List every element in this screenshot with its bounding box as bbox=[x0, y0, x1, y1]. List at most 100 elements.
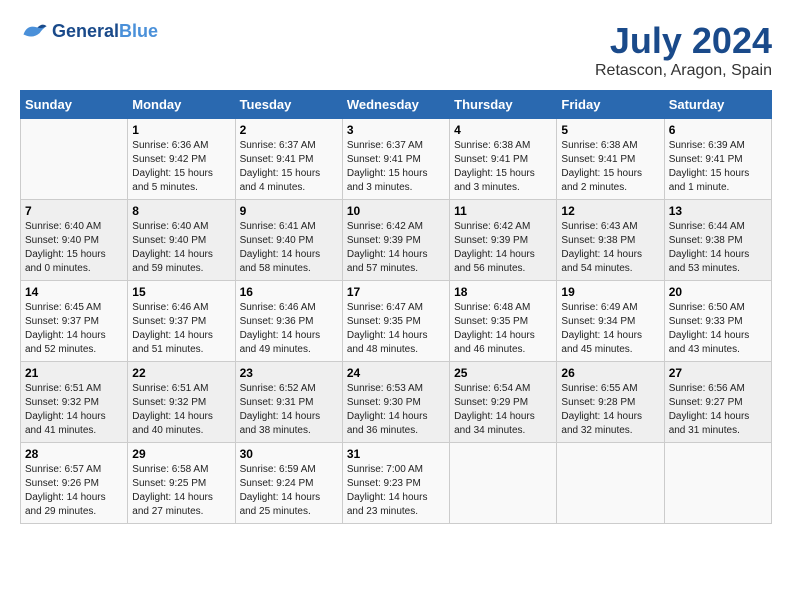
day-number: 30 bbox=[240, 447, 338, 461]
day-number: 28 bbox=[25, 447, 123, 461]
day-number: 19 bbox=[561, 285, 659, 299]
day-info: Sunrise: 6:55 AMSunset: 9:28 PMDaylight:… bbox=[561, 382, 659, 438]
day-number: 3 bbox=[347, 123, 445, 137]
calendar-cell: 3Sunrise: 6:37 AMSunset: 9:41 PMDaylight… bbox=[342, 119, 449, 200]
day-number: 6 bbox=[669, 123, 767, 137]
day-info: Sunrise: 6:54 AMSunset: 9:29 PMDaylight:… bbox=[454, 382, 552, 438]
calendar-cell: 17Sunrise: 6:47 AMSunset: 9:35 PMDayligh… bbox=[342, 281, 449, 362]
day-info: Sunrise: 6:58 AMSunset: 9:25 PMDaylight:… bbox=[132, 463, 230, 519]
day-info: Sunrise: 6:48 AMSunset: 9:35 PMDaylight:… bbox=[454, 301, 552, 357]
day-number: 21 bbox=[25, 366, 123, 380]
calendar-week-2: 7 Sunrise: 6:40 AMSunset: 9:40 PMDaylight… bbox=[21, 200, 772, 281]
day-info: Sunrise: 6:41 AMSunset: 9:40 PMDaylight:… bbox=[240, 220, 338, 276]
day-number: 7 bbox=[25, 204, 123, 218]
day-number: 13 bbox=[669, 204, 767, 218]
calendar-cell: 28 Sunrise: 6:57 AMSunset: 9:26 PMDayligh… bbox=[21, 443, 128, 524]
calendar-cell: 16Sunrise: 6:46 AMSunset: 9:36 PMDayligh… bbox=[235, 281, 342, 362]
calendar-table: SundayMondayTuesdayWednesdayThursdayFrid… bbox=[20, 90, 772, 524]
calendar-cell: 23 Sunrise: 6:52 AMSunset: 9:31 PMDayligh… bbox=[235, 362, 342, 443]
calendar-cell: 31Sunrise: 7:00 AMSunset: 9:23 PMDayligh… bbox=[342, 443, 449, 524]
calendar-cell: 19Sunrise: 6:49 AMSunset: 9:34 PMDayligh… bbox=[557, 281, 664, 362]
day-info: Sunrise: 6:43 AMSunset: 9:38 PMDaylight:… bbox=[561, 220, 659, 276]
day-number: 14 bbox=[25, 285, 123, 299]
day-info: Sunrise: 6:38 AMSunset: 9:41 PMDaylight:… bbox=[454, 139, 552, 195]
day-number: 10 bbox=[347, 204, 445, 218]
day-number: 24 bbox=[347, 366, 445, 380]
logo: GeneralBlue bbox=[20, 20, 158, 42]
calendar-cell: 21 Sunrise: 6:51 AMSunset: 9:32 PMDayligh… bbox=[21, 362, 128, 443]
day-info: Sunrise: 6:40 AMSunset: 9:40 PMDaylight:… bbox=[25, 220, 123, 276]
calendar-cell: 27 Sunrise: 6:56 AMSunset: 9:27 PMDayligh… bbox=[664, 362, 771, 443]
calendar-cell: 30 Sunrise: 6:59 AMSunset: 9:24 PMDayligh… bbox=[235, 443, 342, 524]
logo-bird-icon bbox=[20, 20, 48, 42]
calendar-cell: 7 Sunrise: 6:40 AMSunset: 9:40 PMDaylight… bbox=[21, 200, 128, 281]
day-info: Sunrise: 6:56 AMSunset: 9:27 PMDaylight:… bbox=[669, 382, 767, 438]
day-number: 16 bbox=[240, 285, 338, 299]
calendar-cell: 22 Sunrise: 6:51 AMSunset: 9:32 PMDayligh… bbox=[128, 362, 235, 443]
day-number: 11 bbox=[454, 204, 552, 218]
day-info: Sunrise: 6:52 AMSunset: 9:31 PMDaylight:… bbox=[240, 382, 338, 438]
day-info: Sunrise: 6:53 AMSunset: 9:30 PMDaylight:… bbox=[347, 382, 445, 438]
day-number: 12 bbox=[561, 204, 659, 218]
day-number: 18 bbox=[454, 285, 552, 299]
day-number: 2 bbox=[240, 123, 338, 137]
day-info: Sunrise: 6:37 AMSunset: 9:41 PMDaylight:… bbox=[240, 139, 338, 195]
page-header: GeneralBlue July 2024 Retascon, Aragon, … bbox=[20, 20, 772, 80]
calendar-cell bbox=[557, 443, 664, 524]
day-info: Sunrise: 6:46 AMSunset: 9:37 PMDaylight:… bbox=[132, 301, 230, 357]
calendar-header-row: SundayMondayTuesdayWednesdayThursdayFrid… bbox=[21, 91, 772, 119]
title-block: July 2024 Retascon, Aragon, Spain bbox=[595, 20, 772, 80]
calendar-cell: 18 Sunrise: 6:48 AMSunset: 9:35 PMDayligh… bbox=[450, 281, 557, 362]
day-number: 22 bbox=[132, 366, 230, 380]
day-number: 8 bbox=[132, 204, 230, 218]
calendar-cell bbox=[21, 119, 128, 200]
calendar-cell: 8 Sunrise: 6:40 AMSunset: 9:40 PMDaylight… bbox=[128, 200, 235, 281]
calendar-week-3: 14 Sunrise: 6:45 AMSunset: 9:37 PMDayligh… bbox=[21, 281, 772, 362]
calendar-week-5: 28 Sunrise: 6:57 AMSunset: 9:26 PMDayligh… bbox=[21, 443, 772, 524]
day-info: Sunrise: 6:40 AMSunset: 9:40 PMDaylight:… bbox=[132, 220, 230, 276]
calendar-cell: 15 Sunrise: 6:46 AMSunset: 9:37 PMDayligh… bbox=[128, 281, 235, 362]
day-info: Sunrise: 7:00 AMSunset: 9:23 PMDaylight:… bbox=[347, 463, 445, 519]
day-header-wednesday: Wednesday bbox=[342, 91, 449, 119]
day-info: Sunrise: 6:51 AMSunset: 9:32 PMDaylight:… bbox=[25, 382, 123, 438]
day-header-monday: Monday bbox=[128, 91, 235, 119]
day-number: 1 bbox=[132, 123, 230, 137]
day-info: Sunrise: 6:51 AMSunset: 9:32 PMDaylight:… bbox=[132, 382, 230, 438]
calendar-week-1: 1Sunrise: 6:36 AMSunset: 9:42 PMDaylight… bbox=[21, 119, 772, 200]
calendar-cell: 9 Sunrise: 6:41 AMSunset: 9:40 PMDaylight… bbox=[235, 200, 342, 281]
day-number: 5 bbox=[561, 123, 659, 137]
day-number: 9 bbox=[240, 204, 338, 218]
day-number: 26 bbox=[561, 366, 659, 380]
day-number: 17 bbox=[347, 285, 445, 299]
calendar-cell: 13 Sunrise: 6:44 AMSunset: 9:38 PMDayligh… bbox=[664, 200, 771, 281]
day-info: Sunrise: 6:50 AMSunset: 9:33 PMDaylight:… bbox=[669, 301, 767, 357]
calendar-week-4: 21 Sunrise: 6:51 AMSunset: 9:32 PMDayligh… bbox=[21, 362, 772, 443]
day-number: 27 bbox=[669, 366, 767, 380]
month-year: July 2024 bbox=[595, 20, 772, 62]
day-info: Sunrise: 6:42 AMSunset: 9:39 PMDaylight:… bbox=[347, 220, 445, 276]
day-info: Sunrise: 6:57 AMSunset: 9:26 PMDaylight:… bbox=[25, 463, 123, 519]
day-number: 15 bbox=[132, 285, 230, 299]
day-info: Sunrise: 6:45 AMSunset: 9:37 PMDaylight:… bbox=[25, 301, 123, 357]
calendar-cell: 1Sunrise: 6:36 AMSunset: 9:42 PMDaylight… bbox=[128, 119, 235, 200]
logo-text: GeneralBlue bbox=[52, 21, 158, 42]
calendar-cell: 25 Sunrise: 6:54 AMSunset: 9:29 PMDayligh… bbox=[450, 362, 557, 443]
day-number: 23 bbox=[240, 366, 338, 380]
day-info: Sunrise: 6:59 AMSunset: 9:24 PMDaylight:… bbox=[240, 463, 338, 519]
day-info: Sunrise: 6:39 AMSunset: 9:41 PMDaylight:… bbox=[669, 139, 767, 195]
calendar-cell: 2 Sunrise: 6:37 AMSunset: 9:41 PMDaylight… bbox=[235, 119, 342, 200]
location: Retascon, Aragon, Spain bbox=[595, 62, 772, 80]
calendar-cell: 14 Sunrise: 6:45 AMSunset: 9:37 PMDayligh… bbox=[21, 281, 128, 362]
day-info: Sunrise: 6:42 AMSunset: 9:39 PMDaylight:… bbox=[454, 220, 552, 276]
day-header-sunday: Sunday bbox=[21, 91, 128, 119]
day-number: 20 bbox=[669, 285, 767, 299]
calendar-cell: 6 Sunrise: 6:39 AMSunset: 9:41 PMDaylight… bbox=[664, 119, 771, 200]
calendar-cell: 5 Sunrise: 6:38 AMSunset: 9:41 PMDaylight… bbox=[557, 119, 664, 200]
day-header-friday: Friday bbox=[557, 91, 664, 119]
day-header-tuesday: Tuesday bbox=[235, 91, 342, 119]
day-info: Sunrise: 6:38 AMSunset: 9:41 PMDaylight:… bbox=[561, 139, 659, 195]
day-header-saturday: Saturday bbox=[664, 91, 771, 119]
calendar-cell bbox=[664, 443, 771, 524]
day-info: Sunrise: 6:44 AMSunset: 9:38 PMDaylight:… bbox=[669, 220, 767, 276]
day-number: 25 bbox=[454, 366, 552, 380]
